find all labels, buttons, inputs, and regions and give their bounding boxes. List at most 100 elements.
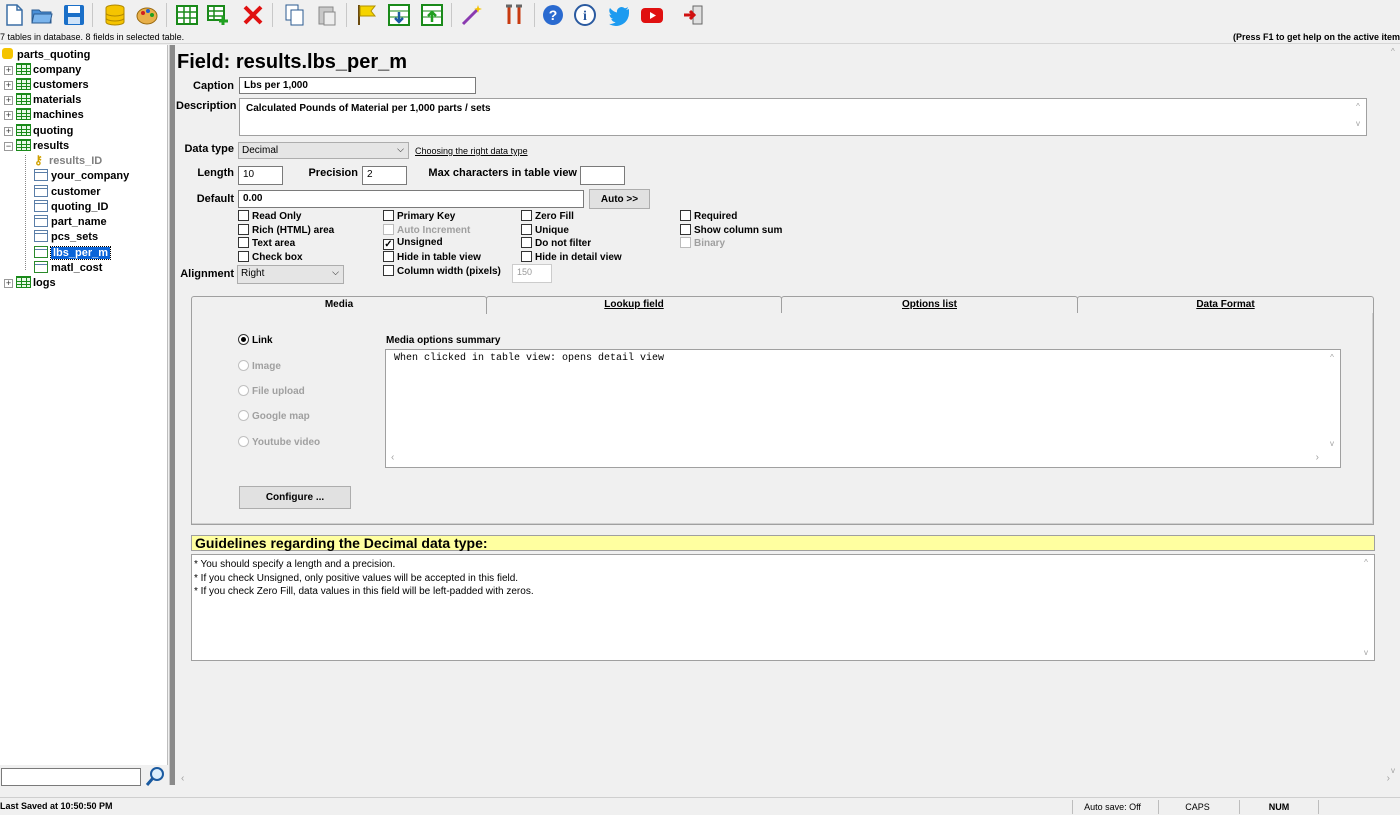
youtube-icon[interactable] bbox=[639, 2, 665, 28]
database-icon[interactable] bbox=[102, 2, 128, 28]
tab-media[interactable]: Media bbox=[191, 296, 487, 314]
auto-button[interactable]: Auto >> bbox=[589, 189, 650, 209]
do-not-filter-checkbox[interactable]: Do not filter bbox=[521, 237, 591, 249]
chevron-down-icon: ⌵ bbox=[397, 144, 404, 154]
unique-checkbox[interactable]: Unique bbox=[521, 224, 569, 236]
datatype-help-link[interactable]: Choosing the right data type bbox=[415, 146, 528, 156]
tree-field-matl-cost[interactable]: matl_cost bbox=[34, 261, 102, 276]
tree-field-part-name[interactable]: part_name bbox=[34, 215, 107, 230]
calculated-field-icon bbox=[34, 261, 48, 273]
datatype-select[interactable]: Decimal ⌵ bbox=[238, 142, 409, 159]
flag-icon[interactable] bbox=[354, 2, 380, 28]
checkbox-box bbox=[238, 237, 249, 248]
guidelines-title: Guidelines regarding the Decimal data ty… bbox=[191, 535, 1375, 551]
tree-field-lbs-per-m[interactable]: lbs_per_m bbox=[34, 246, 112, 261]
save-icon[interactable] bbox=[61, 2, 87, 28]
expand-icon[interactable]: + bbox=[4, 66, 13, 75]
palette-icon[interactable] bbox=[134, 2, 160, 28]
summary-scrollbar-horizontal[interactable]: ‹ › bbox=[386, 451, 1324, 467]
expand-icon[interactable]: + bbox=[4, 81, 13, 90]
export-icon[interactable] bbox=[419, 2, 445, 28]
expand-icon[interactable]: + bbox=[4, 111, 13, 120]
check-box-checkbox[interactable]: Check box bbox=[238, 251, 303, 263]
checkbox-label: Hide in detail view bbox=[535, 252, 622, 263]
description-textarea[interactable]: Calculated Pounds of Material per 1,000 … bbox=[239, 98, 1367, 136]
checkbox-box bbox=[383, 251, 394, 262]
media-tab-panel: Link Image File upload Google map Youtub… bbox=[191, 313, 1374, 525]
help-icon[interactable]: ? bbox=[540, 2, 566, 28]
length-input[interactable]: 10 bbox=[238, 166, 283, 185]
precision-input[interactable]: 2 bbox=[362, 166, 407, 185]
import-icon[interactable] bbox=[386, 2, 412, 28]
tree-field-quoting-id[interactable]: quoting_ID bbox=[34, 200, 108, 215]
default-input[interactable]: 0.00 bbox=[238, 190, 584, 208]
configure-button[interactable]: Configure ... bbox=[239, 486, 351, 509]
tools-icon[interactable] bbox=[501, 2, 527, 28]
info-icon[interactable]: i bbox=[572, 2, 598, 28]
tree-table-machines[interactable]: + machines bbox=[4, 108, 84, 123]
table-icon[interactable] bbox=[174, 2, 200, 28]
exit-icon[interactable] bbox=[680, 2, 706, 28]
tree-search-input[interactable] bbox=[1, 768, 141, 786]
media-summary-textarea[interactable]: When clicked in table view: opens detail… bbox=[385, 349, 1341, 468]
checkbox-box bbox=[521, 251, 532, 262]
tab-options-list[interactable]: Options list bbox=[781, 296, 1078, 313]
twitter-icon[interactable] bbox=[606, 2, 632, 28]
tree-table-materials[interactable]: + materials bbox=[4, 93, 81, 108]
zero-fill-checkbox[interactable]: Zero Fill bbox=[521, 210, 574, 222]
guidelines-scrollbar[interactable]: ^ v bbox=[1358, 555, 1374, 660]
checkbox-label: Show column sum bbox=[694, 225, 783, 236]
summary-scrollbar-vertical[interactable]: ^ v bbox=[1324, 350, 1340, 451]
rich-html-checkbox[interactable]: Rich (HTML) area bbox=[238, 224, 334, 236]
last-saved-text: Last Saved at 10:50:50 PM bbox=[0, 801, 113, 811]
expand-icon[interactable]: + bbox=[4, 127, 13, 136]
description-scrollbar[interactable]: ^ v bbox=[1350, 99, 1366, 135]
tree-table-label: quoting bbox=[33, 125, 74, 137]
show-sum-checkbox[interactable]: Show column sum bbox=[680, 224, 782, 236]
num-status: NUM bbox=[1239, 800, 1319, 814]
tab-data-format[interactable]: Data Format bbox=[1077, 296, 1374, 313]
splitter[interactable] bbox=[169, 45, 175, 785]
new-file-icon[interactable] bbox=[1, 2, 27, 28]
delete-icon[interactable] bbox=[240, 2, 266, 28]
alignment-select[interactable]: Right ⌵ bbox=[237, 265, 344, 284]
tab-label: Media bbox=[324, 299, 354, 310]
caption-input[interactable]: Lbs per 1,000 bbox=[239, 77, 476, 94]
tree-field-your-company[interactable]: your_company bbox=[34, 169, 129, 184]
paste-icon[interactable] bbox=[314, 2, 340, 28]
read-only-checkbox[interactable]: Read Only bbox=[238, 210, 301, 222]
main-scrollbar-vertical[interactable]: ^ v bbox=[1390, 45, 1400, 775]
hide-table-checkbox[interactable]: Hide in table view bbox=[383, 251, 481, 263]
checkbox-label: Primary Key bbox=[397, 211, 456, 222]
primary-key-checkbox[interactable]: Primary Key bbox=[383, 210, 455, 222]
tree-root[interactable]: parts_quoting bbox=[2, 48, 90, 63]
magic-wand-icon[interactable] bbox=[459, 2, 485, 28]
expand-icon[interactable]: + bbox=[4, 96, 13, 105]
copy-icon[interactable] bbox=[282, 2, 308, 28]
unsigned-checkbox[interactable]: ✓ Unsigned bbox=[383, 237, 443, 250]
tree-field-results-id[interactable]: ⚷ results_ID bbox=[34, 154, 102, 169]
text-area-checkbox[interactable]: Text area bbox=[238, 237, 295, 249]
tree-table-company[interactable]: + company bbox=[4, 63, 81, 78]
tree-table-logs[interactable]: + logs bbox=[4, 276, 56, 291]
open-folder-icon[interactable] bbox=[29, 2, 55, 28]
required-checkbox[interactable]: Required bbox=[680, 210, 737, 222]
column-width-checkbox[interactable]: Column width (pixels) bbox=[383, 265, 501, 277]
maxchars-input[interactable] bbox=[580, 166, 625, 185]
tree-table-customers[interactable]: + customers bbox=[4, 78, 89, 93]
expand-icon[interactable]: + bbox=[4, 279, 13, 288]
main-scrollbar-horizontal[interactable]: ‹ › bbox=[176, 773, 1390, 787]
hide-detail-checkbox[interactable]: Hide in detail view bbox=[521, 251, 622, 263]
collapse-icon[interactable]: − bbox=[4, 142, 13, 151]
tree-field-customer[interactable]: customer bbox=[34, 185, 101, 200]
checkbox-label: Hide in table view bbox=[397, 252, 481, 263]
tree-table-results[interactable]: − results bbox=[4, 139, 69, 154]
radio-link[interactable]: Link bbox=[238, 334, 273, 346]
guideline-line: * You should specify a length and a prec… bbox=[194, 559, 396, 570]
tree-table-quoting[interactable]: + quoting bbox=[4, 124, 73, 139]
tab-lookup-field[interactable]: Lookup field bbox=[486, 296, 782, 313]
add-table-icon[interactable] bbox=[205, 2, 231, 28]
search-icon[interactable] bbox=[145, 766, 165, 788]
tree-table-label: logs bbox=[33, 277, 56, 289]
tree-field-pcs-sets[interactable]: pcs_sets bbox=[34, 230, 98, 245]
